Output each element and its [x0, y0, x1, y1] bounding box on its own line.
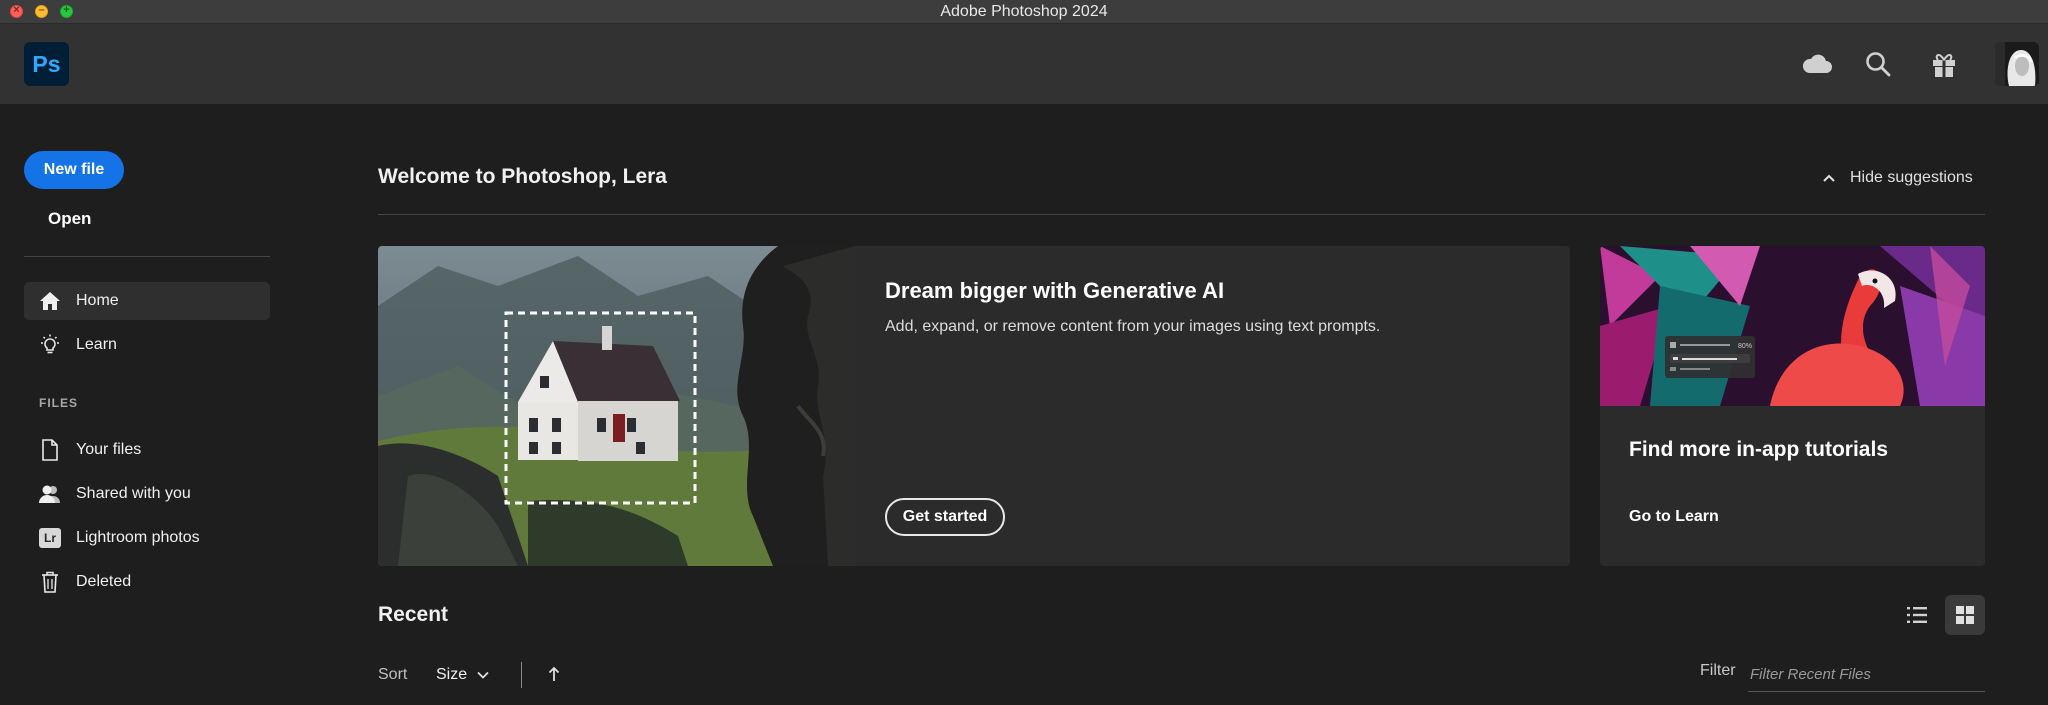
- page-title: Welcome to Photoshop, Lera: [378, 165, 667, 188]
- tutorials-card[interactable]: 80% Find more in-app tutorials Go to Lea…: [1600, 246, 1985, 566]
- sidebar-item-label: Home: [76, 292, 119, 309]
- hide-suggestions-label: Hide suggestions: [1850, 169, 1973, 186]
- document-icon: [38, 438, 62, 462]
- sidebar-item-label: Lightroom photos: [76, 529, 200, 546]
- generative-ai-card[interactable]: Dream bigger with Generative AI Add, exp…: [378, 246, 1570, 566]
- chevron-up-icon: [1823, 174, 1835, 182]
- arrow-up-icon: [548, 666, 560, 681]
- sidebar: New file Open Home Learn FILES Your file…: [0, 104, 280, 705]
- search-icon[interactable]: [1858, 44, 1898, 84]
- lightroom-badge: Lr: [39, 528, 61, 548]
- grid-view-icon: [1956, 606, 1974, 624]
- tutorials-title: Find more in-app tutorials: [1629, 438, 1889, 461]
- sort-value: Size: [436, 666, 468, 683]
- sidebar-item-home[interactable]: Home: [24, 282, 270, 320]
- filter-label: Filter: [1700, 662, 1736, 679]
- sidebar-item-label: Deleted: [76, 573, 132, 590]
- window-titlebar: × – + Adobe Photoshop 2024: [0, 0, 2048, 24]
- sidebar-item-label: Your files: [76, 441, 142, 458]
- app-header: Ps: [0, 24, 2048, 104]
- sidebar-item-label: Learn: [76, 336, 117, 353]
- list-view-icon: [1907, 607, 1927, 623]
- home-icon: [38, 289, 62, 313]
- photoshop-logo[interactable]: Ps: [24, 42, 69, 86]
- tutorial-panel-value: 80%: [1738, 343, 1752, 350]
- sort-dropdown[interactable]: Size: [436, 666, 489, 684]
- lightbulb-icon: [38, 333, 62, 357]
- window-title: Adobe Photoshop 2024: [940, 3, 1108, 20]
- sort-label: Sort: [378, 666, 408, 683]
- filter-recent-input[interactable]: [1748, 658, 1985, 692]
- hide-suggestions-button[interactable]: Hide suggestions: [1822, 166, 1973, 190]
- open-button[interactable]: Open: [48, 209, 91, 229]
- files-section-label: FILES: [39, 396, 79, 410]
- gift-icon[interactable]: [1924, 44, 1964, 84]
- tutorials-image: 80%: [1600, 246, 1985, 406]
- get-started-button[interactable]: Get started: [885, 498, 1005, 536]
- list-view-button[interactable]: [1897, 595, 1937, 635]
- recent-title: Recent: [378, 603, 449, 626]
- generative-ai-title: Dream bigger with Generative AI: [885, 278, 1225, 303]
- sort-divider: [521, 662, 522, 688]
- sidebar-item-shared-with-you[interactable]: Shared with you: [24, 475, 270, 513]
- shared-users-icon: [38, 482, 62, 506]
- cloud-icon[interactable]: [1797, 44, 1837, 84]
- trash-icon: [38, 570, 62, 594]
- sidebar-item-your-files[interactable]: Your files: [24, 431, 270, 469]
- lightroom-icon: Lr: [38, 526, 62, 550]
- new-file-button[interactable]: New file: [24, 151, 124, 189]
- go-to-learn-link[interactable]: Go to Learn: [1629, 508, 1719, 526]
- grid-view-button[interactable]: [1945, 595, 1985, 635]
- generative-ai-description: Add, expand, or remove content from your…: [885, 318, 1381, 335]
- sidebar-item-deleted[interactable]: Deleted: [24, 563, 270, 601]
- user-avatar[interactable]: [1995, 42, 2039, 86]
- sidebar-item-lightroom-photos[interactable]: Lr Lightroom photos: [24, 519, 270, 557]
- sidebar-item-label: Shared with you: [76, 485, 191, 502]
- sidebar-divider: [24, 256, 270, 257]
- sidebar-item-learn[interactable]: Learn: [24, 326, 270, 364]
- chevron-down-icon: [477, 671, 489, 679]
- sort-direction-button[interactable]: [544, 664, 564, 684]
- main-divider: [378, 214, 1985, 215]
- generative-ai-image: [378, 246, 855, 566]
